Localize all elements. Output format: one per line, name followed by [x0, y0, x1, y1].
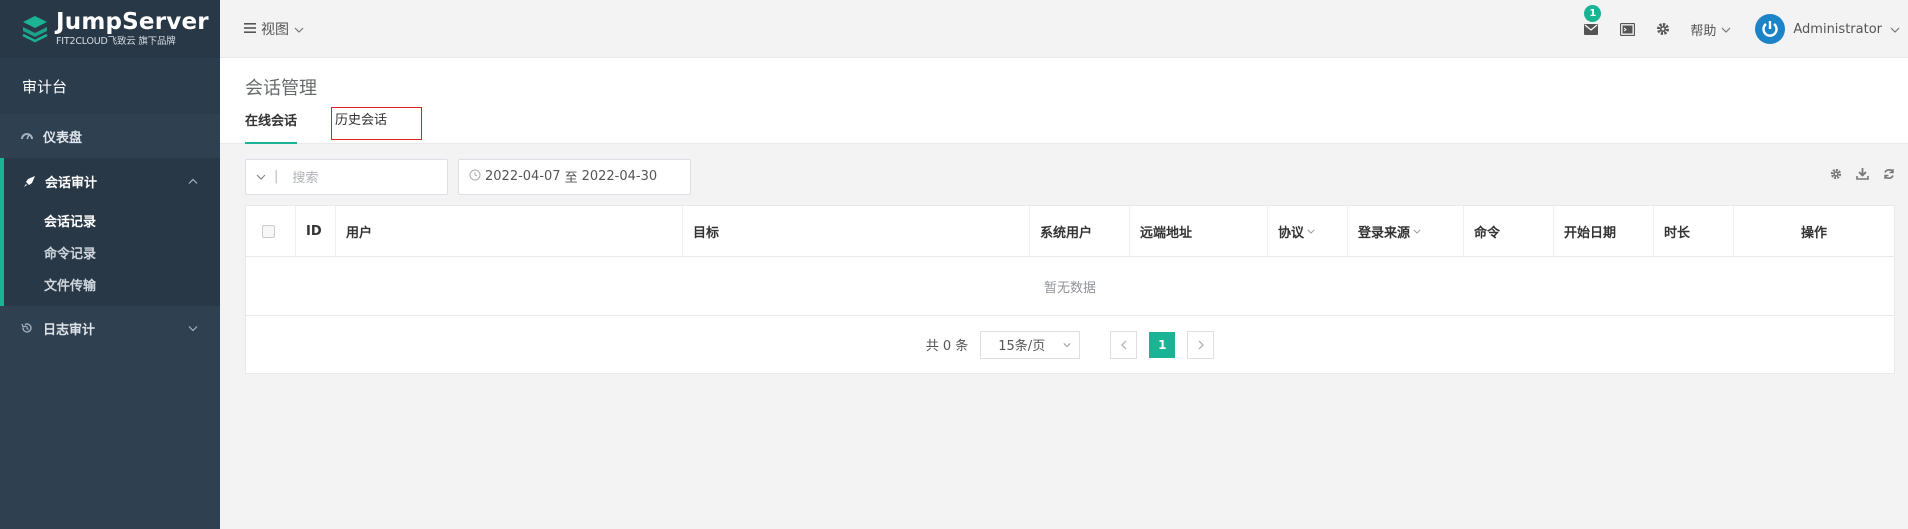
col-protocol-label: 协议	[1278, 225, 1305, 241]
col-start-date[interactable]: 开始日期	[1554, 206, 1654, 256]
clock-icon	[469, 169, 481, 185]
history-icon	[20, 321, 34, 335]
pagination-total: 共 0 条	[925, 339, 969, 354]
tab-history-sessions[interactable]: 历史会话	[331, 107, 423, 140]
sidebar-item-dashboard[interactable]: 仪表盘	[0, 114, 220, 158]
terminal-icon[interactable]	[1618, 20, 1636, 38]
empty-state: 暂无数据	[246, 257, 1894, 316]
sidebar-item-label: 仪表盘	[43, 130, 83, 146]
user-menu[interactable]: Administrator	[1755, 14, 1900, 44]
next-page-button[interactable]	[1187, 330, 1215, 359]
sidebar-group-session-audit: 会话审计 会话记录 命令记录 文件传输	[0, 158, 220, 306]
refresh-icon[interactable]	[1883, 168, 1895, 184]
sidebar-item-label: 会话审计	[45, 175, 98, 191]
toolbar: | 搜索 2022-04-07 至 2022-04-30	[245, 158, 1895, 195]
select-all-checkbox[interactable]	[262, 224, 275, 238]
date-range-picker[interactable]: 2022-04-07 至 2022-04-30	[458, 158, 691, 195]
date-to: 2022-04-30	[581, 169, 658, 184]
console-title: 审计台	[0, 58, 220, 114]
brand-name: JumpServer	[56, 9, 209, 36]
mail-icon[interactable]: 1	[1582, 5, 1602, 38]
table-tools	[1830, 168, 1895, 184]
page-size-select[interactable]: 15条/页	[980, 330, 1081, 359]
dashboard-icon	[20, 129, 34, 143]
col-actions: 操作	[1800, 225, 1827, 241]
search-placeholder: 搜索	[292, 171, 319, 186]
gear-icon[interactable]	[1654, 20, 1672, 38]
help-menu[interactable]: 帮助	[1690, 20, 1731, 39]
main-panel: | 搜索 2022-04-07 至 2022-04-30 ID 用户 目标 系统…	[245, 158, 1895, 374]
chevron-right-icon	[1198, 340, 1204, 349]
col-target[interactable]: 目标	[683, 206, 1030, 256]
sidebar: JumpServer FIT2CLOUD飞致云 旗下品牌 审计台 仪表盘 会话审…	[0, 0, 220, 529]
chevron-down-icon	[1413, 229, 1421, 234]
col-system-user[interactable]: 系统用户	[1030, 206, 1130, 256]
jumpserver-logo-icon	[22, 16, 48, 43]
view-menu[interactable]: 视图	[244, 19, 304, 39]
col-remote-addr[interactable]: 远端地址	[1130, 206, 1268, 256]
topbar: 视图 1 帮助 Administrator	[220, 0, 1908, 58]
power-icon	[1762, 21, 1779, 37]
chevron-down-icon	[1890, 22, 1900, 37]
col-protocol[interactable]: 协议	[1268, 206, 1348, 256]
sidebar-item-command-records[interactable]: 命令记录	[4, 236, 220, 268]
session-table: ID 用户 目标 系统用户 远端地址 协议 登录来源 命令 开始日期 时长 操作…	[245, 205, 1895, 374]
brand-sub: FIT2CLOUD飞致云 旗下品牌	[56, 36, 176, 48]
table-header: ID 用户 目标 系统用户 远端地址 协议 登录来源 命令 开始日期 时长 操作	[246, 206, 1894, 257]
search-input[interactable]: | 搜索	[245, 158, 448, 195]
chevron-down-icon	[294, 21, 304, 37]
chevron-left-icon	[1120, 340, 1127, 349]
page-header: 会话管理 在线会话 历史会话	[220, 58, 1908, 144]
sidebar-item-label: 日志审计	[43, 322, 96, 338]
help-label: 帮助	[1690, 23, 1717, 39]
pagination: 共 0 条 15条/页 1	[246, 316, 1894, 373]
submenu-session-audit: 会话记录 命令记录 文件传输	[4, 204, 220, 306]
col-id[interactable]: ID	[296, 206, 336, 256]
sidebar-item-session-audit[interactable]: 会话审计	[4, 158, 220, 204]
sidebar-item-file-transfer[interactable]: 文件传输	[4, 268, 220, 300]
topbar-right: 1 帮助 Administrator	[1582, 0, 1908, 58]
col-duration[interactable]: 时长	[1654, 206, 1734, 256]
logo[interactable]: JumpServer FIT2CLOUD飞致云 旗下品牌	[0, 0, 220, 58]
date-separator: 至	[564, 171, 578, 186]
col-user[interactable]: 用户	[336, 206, 683, 256]
divider: |	[274, 169, 279, 184]
select-all-cell	[246, 206, 296, 256]
user-name: Administrator	[1793, 21, 1882, 37]
chevron-down-icon	[1721, 22, 1731, 37]
prev-page-button[interactable]	[1110, 330, 1138, 359]
page-title: 会话管理	[245, 78, 317, 99]
date-from: 2022-04-07	[485, 169, 561, 184]
avatar	[1755, 14, 1786, 44]
rocket-icon	[22, 174, 36, 188]
settings-icon[interactable]	[1830, 168, 1842, 184]
sidebar-item-session-records[interactable]: 会话记录	[4, 204, 220, 236]
tab-online-sessions[interactable]: 在线会话	[245, 115, 298, 144]
tabs: 在线会话 历史会话	[245, 107, 461, 144]
col-login-from-label: 登录来源	[1358, 225, 1411, 241]
col-command[interactable]: 命令	[1464, 206, 1554, 256]
chevron-down-icon[interactable]	[256, 169, 266, 184]
page-number-current[interactable]: 1	[1149, 331, 1176, 358]
chevron-down-icon	[188, 321, 198, 336]
chevron-down-icon	[1307, 229, 1315, 234]
col-login-from[interactable]: 登录来源	[1348, 206, 1464, 256]
sidebar-item-log-audit[interactable]: 日志审计	[0, 306, 220, 350]
view-menu-label: 视图	[261, 21, 289, 38]
download-icon[interactable]	[1856, 168, 1869, 184]
menu-icon	[244, 21, 256, 37]
mail-badge: 1	[1584, 5, 1602, 22]
chevron-down-icon	[1063, 342, 1071, 347]
chevron-up-icon	[188, 174, 198, 189]
page-size-value: 15条/页	[998, 339, 1046, 354]
